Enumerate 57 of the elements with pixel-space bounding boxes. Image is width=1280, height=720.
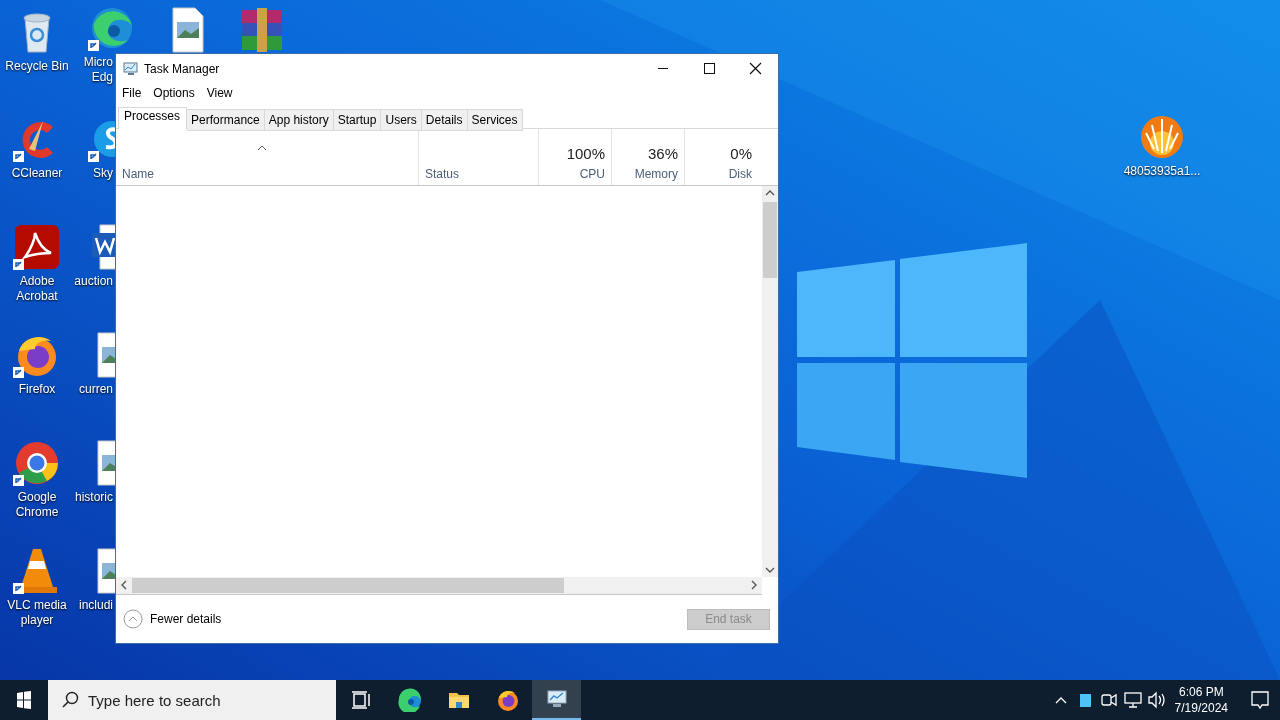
icon-label: CCleaner	[11, 166, 63, 181]
icon-label: Recycle Bin	[5, 59, 69, 74]
clock[interactable]: 6:06 PM 7/19/2024	[1168, 680, 1234, 720]
icon-label: Adobe Acrobat	[16, 274, 58, 304]
column-label: Disk	[728, 167, 752, 181]
column-label: CPU	[579, 167, 605, 181]
icon-label: Sky	[93, 166, 113, 181]
column-total: 36%	[647, 145, 678, 162]
chevron-up-icon	[123, 609, 143, 629]
horizontal-scrollbar[interactable]	[116, 577, 762, 595]
column-header[interactable]: Status	[418, 129, 538, 185]
column-label: Status	[425, 167, 461, 181]
icon-label: includi	[78, 598, 113, 613]
sort-caret-icon	[257, 145, 267, 151]
icon-label: 48053935a1...	[1123, 164, 1201, 179]
tab[interactable]: Startup	[333, 109, 382, 131]
column-total: 0%	[730, 145, 752, 162]
tab[interactable]: Performance	[187, 109, 265, 131]
icon-label: historic	[75, 490, 113, 505]
scroll-thumb[interactable]	[763, 202, 777, 278]
menu-item[interactable]: View	[206, 86, 233, 100]
menu-item[interactable]: File	[122, 86, 142, 100]
browser-icon	[397, 688, 422, 712]
column-label: Memory	[634, 167, 678, 181]
search-field[interactable]: Type here to search	[48, 680, 336, 720]
column-total: 100%	[566, 145, 605, 162]
monitor-chart-icon	[123, 60, 139, 77]
column-header[interactable]: 0% Disk	[684, 129, 758, 185]
clock-time: 6:06 PM	[1178, 684, 1224, 700]
icon-label: curren	[79, 382, 113, 397]
tab[interactable]: Details	[421, 109, 468, 131]
taskbar-button[interactable]	[532, 680, 581, 720]
search-icon	[60, 690, 80, 710]
icon-label: auction	[74, 274, 113, 289]
column-header[interactable]: 100% CPU	[538, 129, 611, 185]
pdf-app-icon[interactable]	[13, 223, 61, 271]
column-label: Name	[122, 167, 155, 181]
icon-label: Firefox	[18, 382, 56, 397]
menu-item[interactable]: Options	[153, 86, 195, 100]
fewer-details-label: Fewer details	[150, 612, 222, 626]
icon-label: Micro Edg	[83, 55, 113, 85]
tab[interactable]: App history	[264, 109, 334, 131]
tab[interactable]: Services	[467, 109, 523, 131]
fox-browser-icon	[495, 688, 520, 712]
window-title: Task Manager	[144, 61, 221, 76]
orb-icon[interactable]	[1138, 113, 1186, 161]
scroll-thumb[interactable]	[132, 578, 564, 593]
tab[interactable]: Processes	[118, 107, 188, 130]
tab[interactable]: Users	[381, 109, 422, 131]
vertical-scrollbar[interactable]	[762, 186, 778, 577]
chrome-icon[interactable]	[13, 439, 61, 487]
fewer-details-link[interactable]: Fewer details	[123, 609, 222, 629]
column-header[interactable]: 36% Memory	[611, 129, 684, 185]
icon-label: VLC media player	[7, 598, 67, 628]
icon-label: Google Chrome	[15, 490, 59, 520]
clock-date: 7/19/2024	[1174, 700, 1228, 716]
column-header[interactable]: Name	[116, 129, 418, 185]
